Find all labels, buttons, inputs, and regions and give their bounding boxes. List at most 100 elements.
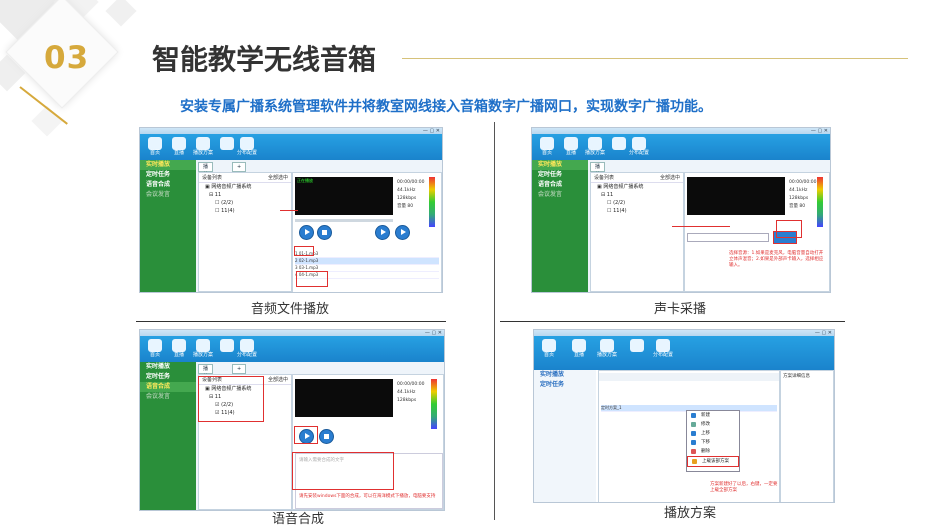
toolbar-live[interactable]: 直播 — [168, 137, 190, 157]
caption-playback-plan: 播放方案 — [663, 506, 716, 521]
toolbar-config[interactable]: 分布配置 — [236, 339, 258, 359]
menu-item-edit[interactable]: 修改 — [687, 420, 739, 429]
sidebar-item-timer[interactable]: 定时任务 — [140, 170, 196, 180]
toolbar-live[interactable]: 直播 — [560, 137, 582, 157]
stop-button[interactable] — [319, 429, 334, 444]
sidebar-item-realtime[interactable]: 实时播放 — [532, 160, 588, 170]
screenshot-audio-playback: — ▢ ✕ 首页 直播 播放方案 分布配置 实时播放 定时任务 语音合成 会议发… — [139, 127, 443, 293]
toolbar-device[interactable] — [216, 339, 238, 352]
tree-root[interactable]: ▣ 网络音频广播系统 — [199, 183, 291, 191]
tree-device-1[interactable]: ☐ (2/2) — [199, 199, 291, 207]
tab-play-control[interactable]: 播放控制 — [198, 162, 214, 194]
annotation-arrow — [280, 210, 298, 211]
toolbar-plan[interactable]: 播放方案 — [584, 137, 606, 157]
sidebar-item-timer[interactable]: 定时任务 — [532, 170, 588, 180]
layers-icon — [588, 137, 602, 150]
caption-audio-playback: 音频文件播放 — [250, 302, 329, 317]
tree-group[interactable]: ⊟ 11 — [199, 191, 291, 199]
toolbar-live[interactable]: 直播 — [568, 339, 590, 359]
sidebar-item-tts[interactable]: 语音合成 — [140, 382, 196, 392]
menu-item-up[interactable]: 上移 — [687, 429, 739, 438]
annotation-box — [294, 246, 314, 256]
tab-play-control[interactable]: 播放控制 — [198, 364, 214, 396]
grid-horizontal-divider-right — [500, 321, 845, 322]
tts-note: 请先安装windows下面的合成，可以在海洋模式下播放，电脑要支持 — [299, 494, 436, 499]
plug-icon — [630, 339, 644, 352]
volume-meter[interactable] — [429, 177, 435, 227]
edit-icon — [691, 422, 696, 427]
toolbar-device[interactable] — [608, 137, 630, 150]
tree-header: 设备列表 全部选中 — [591, 173, 683, 183]
caption-tts: 语音合成 — [271, 512, 324, 527]
toolbar-home[interactable]: 首页 — [144, 339, 166, 359]
annotation-box — [294, 426, 318, 444]
playlist-row[interactable]: 2 02-1.mp3 — [295, 258, 439, 265]
source-select[interactable] — [687, 233, 769, 242]
tree-device-1[interactable]: ☐ (2/2) — [591, 199, 683, 207]
play-button[interactable] — [299, 225, 314, 240]
volume-meter[interactable] — [817, 177, 823, 227]
sidebar-item-realtime[interactable]: 实时播放 — [140, 362, 196, 372]
annotation-box — [296, 271, 328, 287]
arrow-down-icon — [691, 440, 696, 445]
toolbar-home[interactable]: 首页 — [144, 137, 166, 157]
tab-play-control[interactable]: 播放控制 — [590, 162, 606, 194]
tree-device-2[interactable]: ☐ 11(4) — [199, 207, 291, 215]
app-sidebar: 实时播放 定时任务 语音合成 会议发言 — [140, 362, 196, 510]
tab-add[interactable]: + — [232, 364, 247, 374]
sidebar-item-tts[interactable]: 语音合成 — [532, 180, 588, 190]
section-number: 03 — [44, 40, 90, 76]
toolbar-plan[interactable]: 播放方案 — [596, 339, 618, 359]
speaker-icon — [572, 339, 586, 352]
app-toolbar: 首页 直播 播放方案 分布配置 — [140, 134, 442, 160]
capture-note: 选择音源：1.如果是麦克风，电脑音量自动打开立体声混音；2.如果是外部声卡输入，… — [729, 251, 824, 268]
title-divider — [402, 58, 908, 59]
menu-item-delete[interactable]: 删除 — [687, 447, 739, 456]
plug-icon — [612, 137, 626, 150]
sidebar-item-tts[interactable]: 语音合成 — [140, 180, 196, 190]
sidebar-item-meeting[interactable]: 会议发言 — [140, 392, 196, 402]
sidebar-item-timer[interactable]: 定时任务 — [534, 380, 596, 390]
sidebar-item-realtime[interactable]: 实时播放 — [534, 370, 596, 380]
device-tree: 设备列表 全部选中 ▣ 网络音频广播系统 ⊟ 11 ☐ (2/2) ☐ 11(4) — [198, 172, 292, 292]
playlist-row[interactable]: 1 01-1.mp3 — [295, 251, 439, 258]
toolbar-config[interactable]: 分布配置 — [236, 137, 258, 157]
speaker-icon — [172, 137, 186, 150]
sidebar-item-timer[interactable]: 定时任务 — [140, 372, 196, 382]
menu-item-upload[interactable]: 上载该部方案 — [687, 456, 739, 467]
speaker-icon — [172, 339, 186, 352]
tree-device-2[interactable]: ☐ 11(4) — [591, 207, 683, 215]
volume-meter[interactable] — [431, 379, 437, 429]
toolbar-home[interactable]: 首页 — [536, 137, 558, 157]
toolbar-plan[interactable]: 播放方案 — [192, 339, 214, 359]
page-title: 智能教学无线音箱 — [152, 43, 377, 76]
menu-item-new[interactable]: 新建 — [687, 411, 739, 420]
decor-diamond-3 — [105, 0, 137, 27]
toolbar-config[interactable]: 分布配置 — [628, 137, 650, 157]
progress-bar[interactable] — [295, 219, 393, 222]
sidebar-item-realtime[interactable]: 实时播放 — [140, 160, 196, 170]
toolbar-plan[interactable]: 播放方案 — [192, 137, 214, 157]
app-sidebar: 实时播放 定时任务 — [534, 370, 596, 502]
waveform-screen — [687, 177, 785, 215]
tree-group[interactable]: ⊟ 11 — [591, 191, 683, 199]
capture-info: 00:00/00:00 44.1kHz 128kbps 音量 80 — [789, 180, 817, 209]
sidebar-item-meeting[interactable]: 会议发言 — [140, 190, 196, 200]
toolbar-config[interactable]: 分布配置 — [652, 339, 674, 359]
tree-root[interactable]: ▣ 网络音频广播系统 — [591, 183, 683, 191]
toolbar-live[interactable]: 直播 — [168, 339, 190, 359]
stop-button[interactable] — [317, 225, 332, 240]
annotation-box — [198, 376, 264, 422]
speaker-icon — [564, 137, 578, 150]
menu-item-down[interactable]: 下移 — [687, 438, 739, 447]
next-button[interactable] — [395, 225, 410, 240]
toolbar-device[interactable] — [626, 339, 648, 352]
upload-icon — [692, 459, 697, 464]
prev-button[interactable] — [375, 225, 390, 240]
sidebar-item-meeting[interactable]: 会议发言 — [532, 190, 588, 200]
toolbar-home[interactable]: 首页 — [538, 339, 560, 359]
tab-add[interactable]: + — [232, 162, 247, 172]
toolbar-device[interactable] — [216, 137, 238, 150]
home-icon — [540, 137, 554, 150]
app-toolbar: 首页 直播 播放方案 分布配置 — [532, 134, 830, 160]
